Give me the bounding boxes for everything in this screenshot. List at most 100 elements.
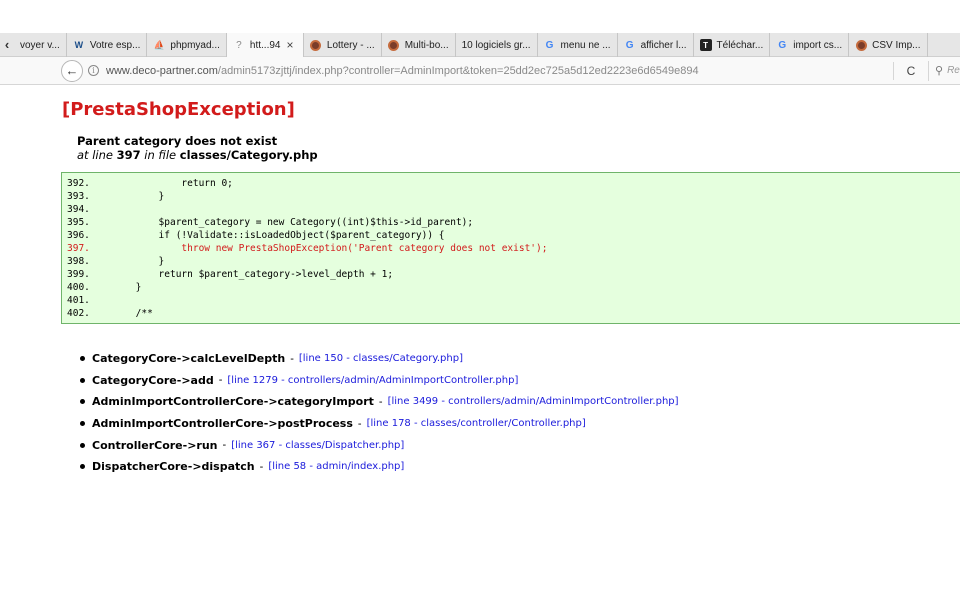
code-text: return $parent_category->level_depth + 1…	[112, 269, 394, 280]
tab-1[interactable]: W Votre esp...	[67, 33, 148, 57]
phpmyadmin-icon: ⛵	[153, 39, 166, 50]
url-host: www.deco-partner.com	[106, 64, 218, 77]
trace-function: CategoryCore->calcLevelDepth	[92, 352, 286, 366]
tab-5[interactable]: Multi-bo...	[382, 33, 456, 57]
trace-location-link[interactable]: [line 367 - classes/Dispatcher.php]	[231, 440, 404, 451]
bullet-icon	[80, 421, 85, 427]
tab-bar: ‹ voyer v... W Votre esp... ⛵ phpmyad...…	[0, 33, 960, 57]
trace-separator: -	[357, 417, 362, 430]
code-line: 394.	[67, 203, 960, 216]
trace-separator: -	[222, 439, 227, 452]
code-excerpt: 392. return 0; 393. } 394. 395. $parent_ca…	[61, 172, 960, 324]
code-text: }	[112, 191, 165, 202]
google-icon: G	[778, 39, 787, 51]
exception-location: at line 397 in file classes/Category.php	[77, 148, 318, 162]
line-number: 392.	[67, 178, 90, 189]
trace-separator: -	[378, 395, 383, 408]
line-number: 402.	[67, 308, 90, 319]
mozilla-icon	[855, 39, 867, 51]
bullet-icon	[80, 442, 85, 448]
tab-label: menu ne ...	[560, 39, 611, 51]
tab-label: 10 logiciels gr...	[461, 39, 531, 51]
tab-label: Lottery - ...	[326, 39, 375, 51]
file-path: classes/Category.php	[179, 148, 318, 162]
tab-2[interactable]: ⛵ phpmyad...	[147, 33, 227, 57]
code-line: 400. }	[67, 281, 960, 294]
trace-separator: -	[290, 352, 294, 365]
trace-item: AdminImportControllerCore->postProcess -[…	[80, 413, 679, 435]
search-placeholder: Re	[947, 65, 960, 76]
code-line: 401.	[67, 294, 960, 307]
close-tab-icon[interactable]: ×	[286, 38, 293, 52]
tab-4[interactable]: Lottery - ...	[304, 33, 382, 57]
tab-7[interactable]: G menu ne ...	[538, 33, 618, 57]
trace-location-link[interactable]: [line 150 - classes/Category.php]	[299, 353, 463, 364]
tab-label: CSV Imp...	[872, 39, 921, 51]
trace-location-link[interactable]: [line 58 - admin/index.php]	[268, 461, 404, 472]
code-text: }	[112, 256, 165, 267]
unknown-page-icon: ?	[236, 39, 242, 51]
code-line: 393. }	[67, 190, 960, 203]
tab-label: Votre esp...	[89, 39, 141, 51]
google-icon: G	[625, 39, 634, 51]
tab-9[interactable]: T Téléchar...	[694, 33, 771, 57]
tab-label: afficher l...	[640, 39, 687, 51]
trace-item: CategoryCore->add - [line 1279 - controlle…	[80, 370, 679, 392]
reload-icon[interactable]: C	[900, 64, 922, 78]
tab-label: Multi-bo...	[404, 39, 449, 51]
tab-10[interactable]: G import cs...	[770, 33, 850, 57]
line-number: 394.	[67, 204, 90, 215]
line-number: 397	[116, 148, 141, 162]
line-number: 399.	[67, 269, 90, 280]
line-number: 398.	[67, 256, 90, 267]
tab-label: import cs...	[793, 39, 843, 51]
trace-item: CategoryCore->calcLevelDepth - [line 150 -…	[80, 348, 679, 370]
code-line: 398. }	[67, 255, 960, 268]
code-text: $parent_category = new Category((int)$th…	[112, 217, 474, 228]
line-number: 400.	[67, 282, 90, 293]
tab-0[interactable]: voyer v...	[14, 33, 67, 57]
search-input[interactable]: ⚲ Re	[928, 60, 960, 81]
trace-function: DispatcherCore->dispatch	[92, 460, 255, 474]
code-text: if (!Validate::isLoadedObject($parent_ca…	[112, 230, 445, 241]
line-number: 395.	[67, 217, 90, 228]
tab-label: htt...94	[249, 39, 281, 51]
code-line: 396. if (!Validate::isLoadedObject($pare…	[67, 229, 960, 242]
bullet-icon	[80, 464, 85, 470]
trace-item: AdminImportControllerCore->categoryImpor…	[80, 391, 679, 413]
code-text: }	[112, 282, 142, 293]
trace-location-link[interactable]: [line 3499 - controllers/admin/AdminImpo…	[388, 396, 679, 407]
mozilla-icon	[388, 39, 400, 51]
trace-function: CategoryCore->add	[92, 373, 214, 387]
tab-active[interactable]: ? htt...94 ×	[226, 33, 304, 57]
url-separator	[893, 61, 894, 80]
tab-11[interactable]: CSV Imp...	[849, 33, 928, 57]
site-favicon-icon: W	[74, 40, 84, 50]
address-field[interactable]: www.deco-partner.com/admin5173zjttj/inde…	[106, 65, 891, 77]
trace-separator: -	[218, 374, 223, 387]
line-number: 401.	[67, 295, 90, 306]
info-icon[interactable]: i	[88, 65, 99, 76]
tab-8[interactable]: G afficher l...	[618, 33, 694, 57]
code-line: 402. /**	[67, 307, 960, 320]
tab-label: phpmyad...	[170, 39, 220, 51]
trace-function: AdminImportControllerCore->categoryImpor…	[92, 395, 374, 409]
back-button[interactable]: ←	[61, 59, 83, 82]
tab-scroll-left-button[interactable]: ‹	[0, 33, 14, 56]
bullet-icon	[80, 356, 85, 362]
url-path: /admin5173zjttj/index.php?controller=Adm…	[217, 64, 699, 77]
code-text: throw new PrestaShopException('Parent ca…	[112, 243, 548, 254]
tab-6[interactable]: 10 logiciels gr...	[456, 33, 538, 57]
tab-label: Téléchar...	[716, 39, 764, 51]
code-line: 392. return 0;	[67, 177, 960, 190]
code-line: 395. $parent_category = new Category((in…	[67, 216, 960, 229]
search-icon: ⚲	[935, 65, 944, 77]
line-number: 393.	[67, 191, 90, 202]
code-line-error: 397. throw new PrestaShopException('Pare…	[67, 242, 960, 255]
trace-item: DispatcherCore->dispatch - [line 58 - admi…	[80, 456, 679, 478]
trace-location-link[interactable]: [line 1279 - controllers/admin/AdminImpo…	[227, 375, 518, 386]
line-number: 396.	[67, 230, 90, 241]
navigation-bar: ← i www.deco-partner.com/admin5173zjttj/…	[0, 57, 960, 85]
bullet-icon	[80, 399, 85, 405]
trace-location-link[interactable]: [line 178 - classes/controller/Controlle…	[367, 418, 586, 429]
